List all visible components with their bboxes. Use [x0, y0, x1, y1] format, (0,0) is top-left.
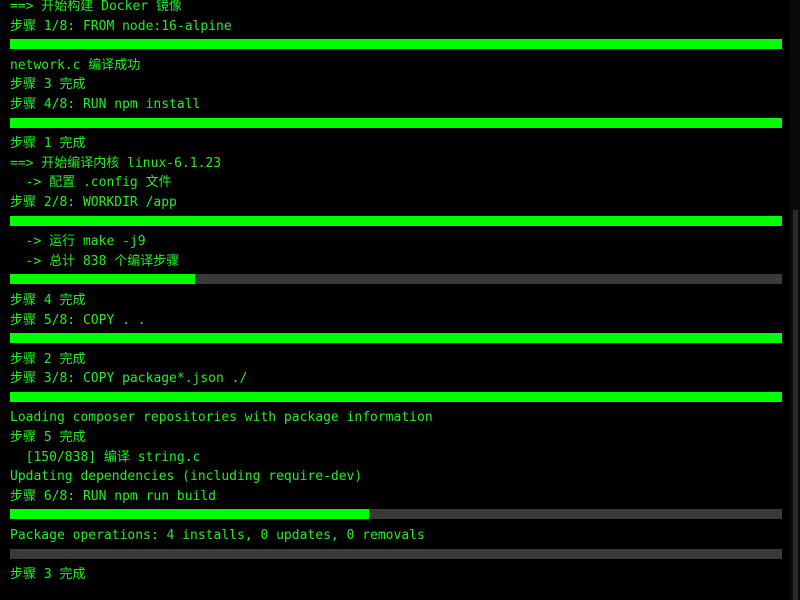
progress-fill: [10, 333, 782, 344]
log-line: 步骤 2/8: WORKDIR /app: [10, 194, 177, 210]
log-line: 步骤 5 完成: [10, 430, 86, 446]
progress-fill: [10, 39, 782, 50]
log-line: 步骤 5/8: COPY . .: [10, 312, 146, 328]
progress-fill: [10, 391, 782, 402]
progress-fill: [10, 509, 369, 520]
progress-bar: [10, 274, 782, 285]
progress-bar: [10, 548, 782, 559]
log-line: 步骤 3/8: COPY package*.json ./: [10, 371, 248, 387]
progress-fill: [10, 117, 782, 128]
log-line: [150/838] 编译 string.c: [10, 449, 201, 465]
log-line: -> 总计 838 个编译步骤: [10, 253, 180, 269]
terminal-output: ==> 开始构建 Docker 镜像 步骤 1/8: FROM node:16-…: [10, 0, 782, 585]
progress-bar: [10, 509, 782, 520]
log-line: Loading composer repositories with packa…: [10, 410, 433, 426]
log-line: Updating dependencies (including require…: [10, 469, 363, 485]
progress-bar: [10, 333, 782, 344]
vertical-scrollbar[interactable]: [790, 0, 800, 600]
progress-row: [10, 271, 782, 291]
log-line: 步骤 6/8: RUN npm run build: [10, 488, 217, 504]
progress-row: [10, 506, 782, 526]
progress-row: [10, 213, 782, 233]
log-line: -> 运行 make -j9: [10, 234, 146, 250]
progress-row: [10, 36, 782, 56]
log-line: -> 配置 .config 文件: [10, 175, 172, 191]
progress-row: [10, 546, 782, 566]
scrollbar-thumb[interactable]: [793, 210, 798, 600]
log-line: 步骤 4 完成: [10, 292, 86, 308]
log-line: 步骤 2 完成: [10, 351, 86, 367]
progress-row: [10, 330, 782, 350]
progress-bar: [10, 117, 782, 128]
progress-bar: [10, 215, 782, 226]
log-line: 步骤 1 完成: [10, 136, 86, 152]
log-line: 步骤 4/8: RUN npm install: [10, 96, 201, 112]
progress-fill: [10, 215, 782, 226]
log-line: 步骤 3 完成: [10, 567, 86, 583]
log-line: 步骤 1/8: FROM node:16-alpine: [10, 18, 232, 34]
progress-row: [10, 389, 782, 409]
log-line: 步骤 3 完成: [10, 77, 86, 93]
progress-row: [10, 115, 782, 135]
log-line: Package operations: 4 installs, 0 update…: [10, 528, 425, 544]
progress-bar: [10, 391, 782, 402]
progress-bar: [10, 39, 782, 50]
log-line: network.c 编译成功: [10, 57, 141, 73]
progress-fill: [10, 274, 196, 285]
log-line: ==> 开始构建 Docker 镜像: [10, 0, 182, 14]
log-line: ==> 开始编译内核 linux-6.1.23: [10, 155, 222, 171]
